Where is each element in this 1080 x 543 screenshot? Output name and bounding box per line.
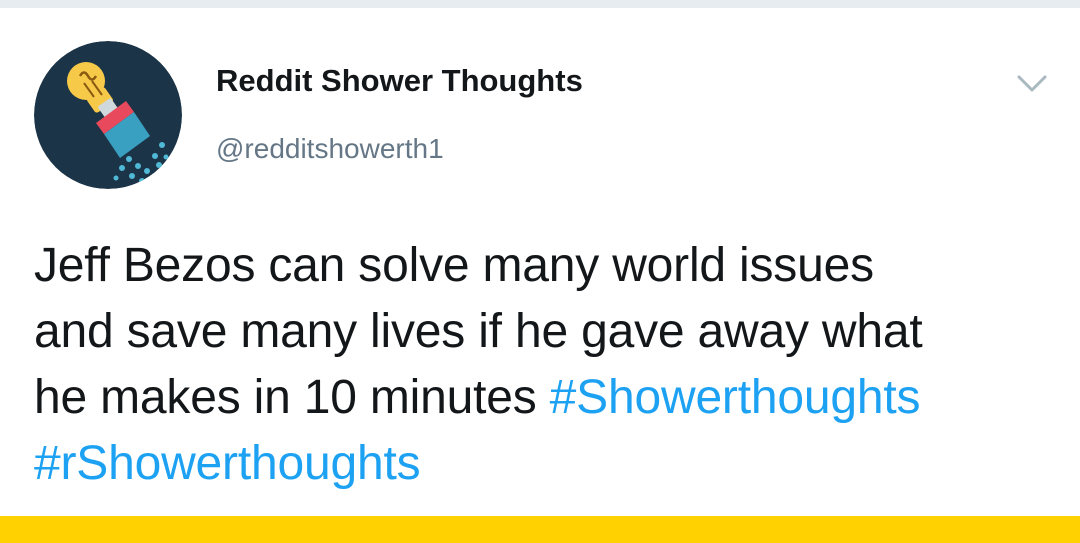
chevron-down-icon (1017, 75, 1047, 92)
tweet-text-line-2: and save many lives if he gave away what (34, 305, 923, 358)
tweet-text-line-3: he makes in 10 minutes (34, 371, 537, 424)
tweet-card: Reddit Shower Thoughts @redditshowerth1 … (0, 8, 1080, 516)
top-divider (0, 0, 1080, 8)
avatar[interactable] (34, 41, 182, 189)
user-handle[interactable]: @redditshowerth1 (216, 133, 444, 165)
tweet-text-line-1: Jeff Bezos can solve many world issues (34, 239, 874, 292)
display-name[interactable]: Reddit Shower Thoughts (216, 63, 583, 99)
lightbulb-showerhead-icon (34, 41, 182, 189)
accent-bar (0, 516, 1080, 543)
hashtag-link[interactable]: #rShowerthoughts (34, 437, 421, 490)
hashtag-link[interactable]: #Showerthoughts (550, 371, 921, 424)
tweet-text: Jeff Bezos can solve many world issues a… (34, 233, 1054, 497)
tweet-menu-button[interactable] (1010, 66, 1054, 100)
